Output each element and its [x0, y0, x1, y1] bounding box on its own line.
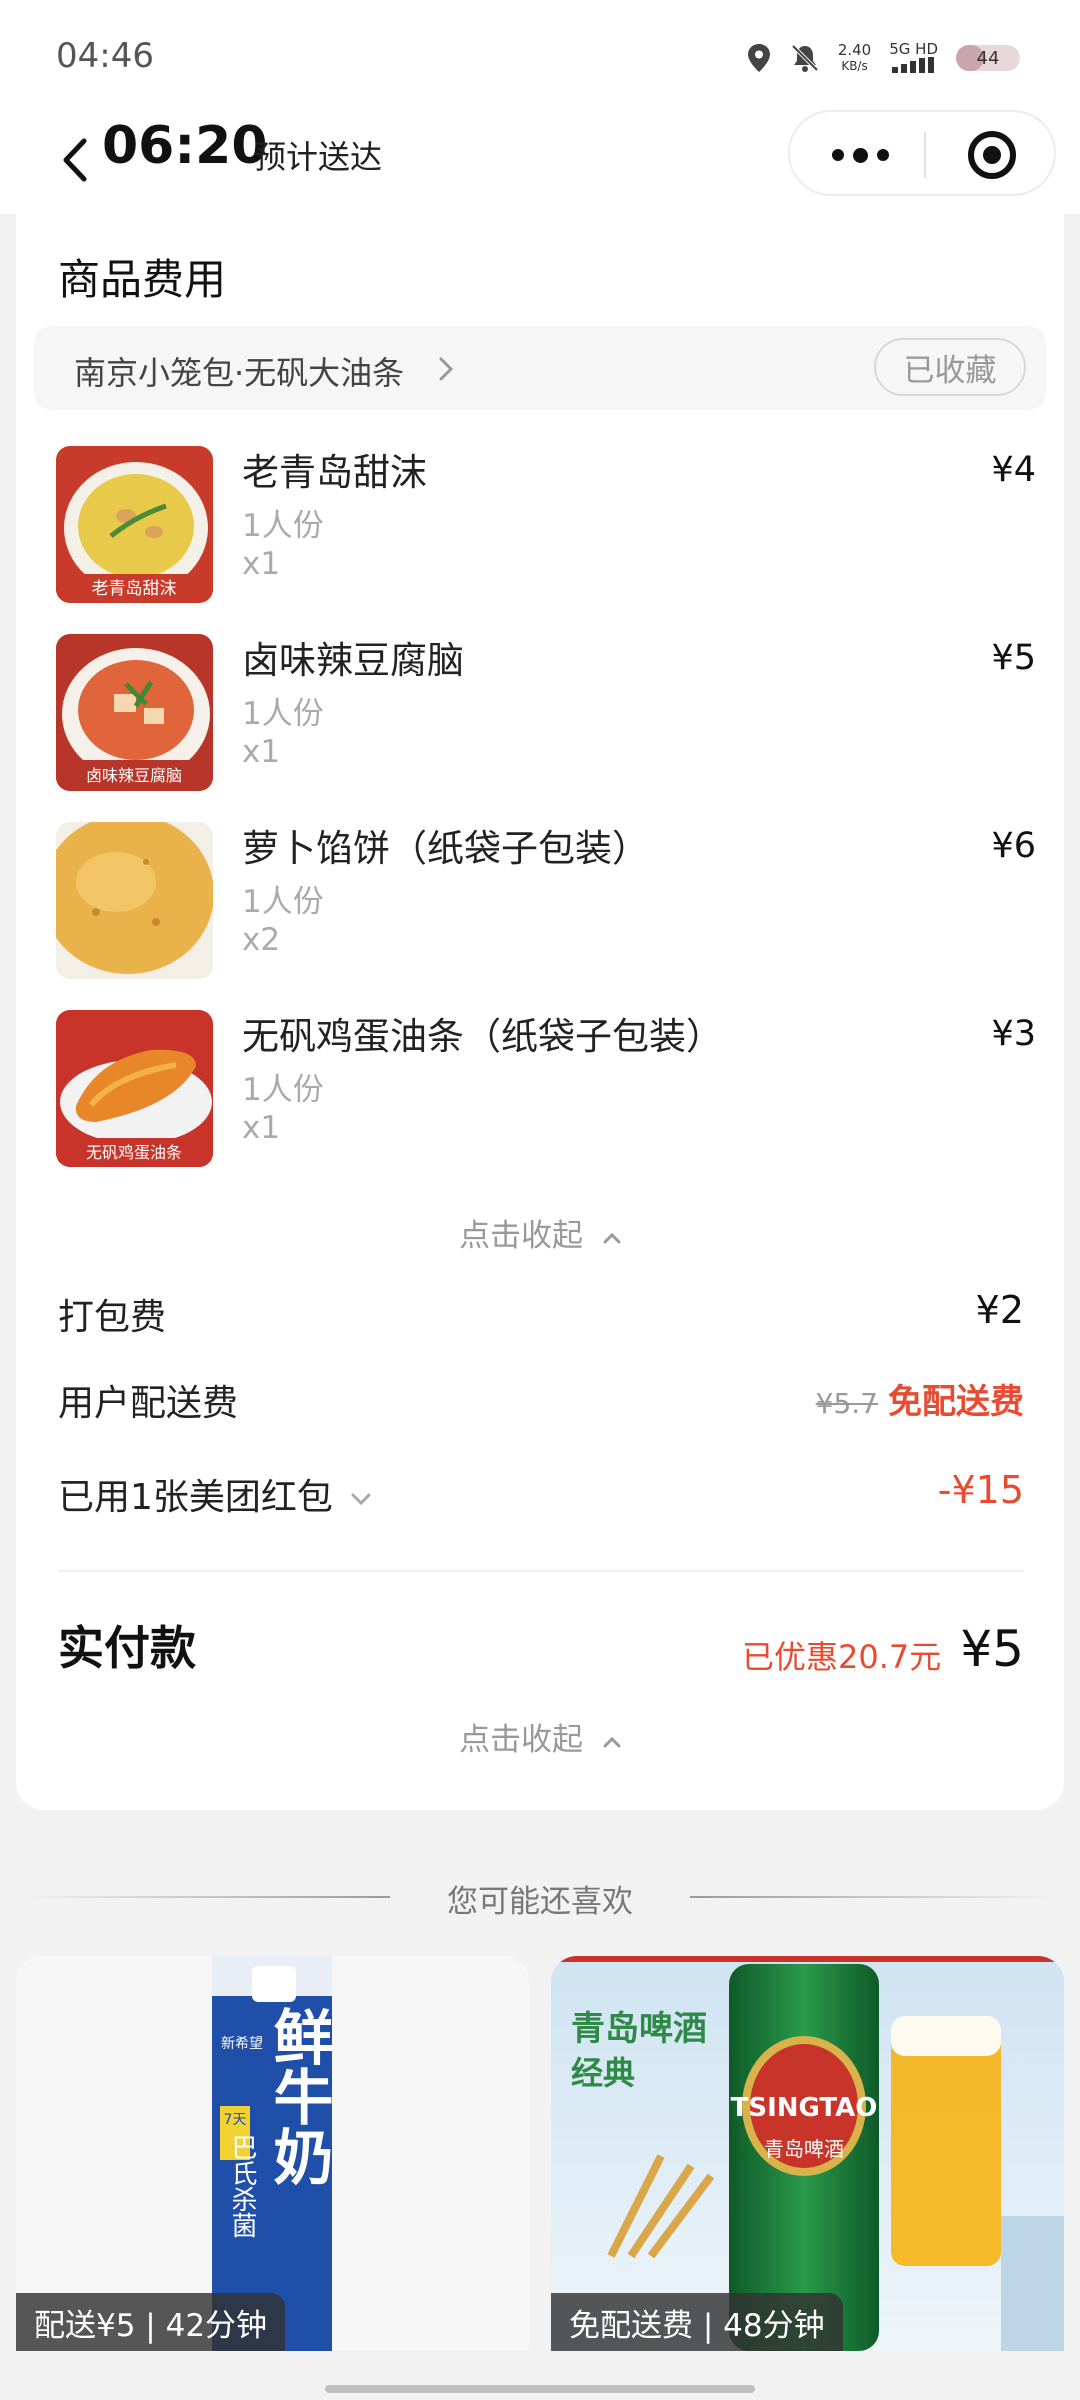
coupon-value: -¥15 — [937, 1468, 1024, 1512]
food-thumbnail: 老青岛甜沫 — [56, 446, 213, 603]
item-quantity: x1 — [242, 734, 281, 770]
food-thumbnail: 卤味辣豆腐脑 — [56, 634, 213, 791]
favorite-button[interactable]: 已收藏 — [874, 338, 1026, 396]
item-spec: 1人份 — [242, 696, 324, 732]
item-spec: 1人份 — [242, 508, 324, 544]
beer-can-text: TSINGTAO — [731, 2093, 878, 2123]
delivery-fee-original: ¥5.7 — [815, 1387, 878, 1420]
battery-indicator: 44 — [956, 45, 1020, 71]
chevron-left-icon — [63, 138, 87, 182]
item-name: 萝卜馅饼（纸袋子包装） — [242, 827, 649, 870]
shop-name[interactable]: 南京小笼包·无矾大油条 — [74, 348, 404, 394]
recommend-card-beer[interactable]: 青岛啤酒 经典 TSINGTAO 青岛啤酒 免配送费 | 48分钟 — [551, 1956, 1064, 2351]
mini-program-capsule — [788, 110, 1056, 196]
chevron-up-icon — [603, 1736, 621, 1747]
capsule-divider — [924, 132, 926, 178]
coupon-label-group[interactable]: 已用1张美团红包 — [58, 1468, 372, 1520]
section-title: 商品费用 — [58, 255, 227, 304]
item-price: ¥6 — [991, 826, 1036, 866]
back-button[interactable] — [50, 130, 100, 190]
order-item[interactable]: 萝卜馅饼（纸袋子包装） 1人份 x2 ¥6 — [56, 822, 1036, 982]
packing-fee-label: 打包费 — [58, 1297, 167, 1338]
item-name: 卤味辣豆腐脑 — [242, 639, 464, 682]
saved-amount: 已优惠20.7元 — [742, 1638, 942, 1676]
signal-icon — [891, 56, 934, 73]
close-target-button[interactable] — [966, 129, 1018, 181]
divider — [690, 1896, 1060, 1898]
beer-can-cn: 青岛啤酒 — [764, 2137, 844, 2161]
free-delivery-label: 免配送费 — [888, 1382, 1024, 1422]
delivery-fee-row: 用户配送费 ¥5.7 免配送费 — [58, 1374, 1024, 1434]
thumb-caption: 老青岛甜沫 — [92, 579, 177, 599]
network-label: 5G HD — [889, 39, 938, 58]
top-nav: 06:20 预计送达 — [0, 110, 1080, 214]
location-icon — [747, 44, 770, 72]
food-thumbnail: 无矾鸡蛋油条 — [56, 1010, 213, 1167]
item-price: ¥5 — [991, 638, 1036, 678]
delivery-fee-label: 用户配送费 — [58, 1383, 239, 1424]
packing-fee-row: 打包费 ¥2 — [58, 1288, 1024, 1348]
item-price: ¥4 — [991, 450, 1036, 490]
delivery-badge: 配送¥5 | 42分钟 — [16, 2293, 286, 2351]
milk-product-image: 新希望 7天 鲜牛奶 巴氏杀菌 — [16, 1956, 529, 2351]
thumb-caption: 卤味辣豆腐脑 — [86, 766, 182, 785]
more-button[interactable] — [810, 112, 910, 198]
recommend-title: 您可能还喜欢 — [447, 1884, 633, 1920]
collapse-summary-button[interactable]: 点击收起 — [16, 1714, 1064, 1759]
chevron-down-icon — [351, 1493, 371, 1506]
status-icons: 2.40 KB/s 5G HD 44 — [746, 36, 1020, 80]
shop-bar[interactable]: 南京小笼包·无矾大油条 已收藏 — [34, 326, 1046, 410]
collapse-items-button[interactable]: 点击收起 — [16, 1210, 1064, 1255]
eta-label: 预计送达 — [254, 138, 383, 176]
food-thumbnail — [56, 822, 213, 979]
dot-icon — [852, 147, 868, 163]
collapse-label: 点击收起 — [459, 1218, 584, 1254]
item-spec: 1人份 — [242, 1072, 324, 1108]
net-speed-value: 2.40 — [837, 41, 872, 59]
delivery-fee-value-group: ¥5.7 免配送费 — [816, 1374, 1024, 1423]
collapse-label: 点击收起 — [459, 1722, 584, 1758]
order-item[interactable]: 老青岛甜沫 老青岛甜沫 1人份 x1 ¥4 — [56, 446, 1036, 606]
milk-brand: 新希望 — [221, 2036, 263, 2052]
item-quantity: x1 — [242, 546, 281, 582]
coupon-label: 已用1张美团红包 — [58, 1477, 333, 1518]
beer-product-image: 青岛啤酒 经典 TSINGTAO 青岛啤酒 — [551, 1956, 1064, 2351]
status-bar: 04:46 2.40 KB/s 5G HD 44 — [0, 0, 1080, 110]
item-quantity: x1 — [242, 1110, 281, 1146]
item-quantity: x2 — [242, 922, 281, 958]
total-amount: ¥5 — [960, 1620, 1024, 1678]
order-item[interactable]: 无矾鸡蛋油条 无矾鸡蛋油条（纸袋子包装） 1人份 x1 ¥3 — [56, 1010, 1036, 1170]
item-name: 老青岛甜沫 — [242, 451, 427, 494]
chevron-up-icon — [603, 1232, 621, 1243]
item-name: 无矾鸡蛋油条（纸袋子包装） — [242, 1015, 723, 1058]
thumb-caption: 无矾鸡蛋油条 — [86, 1143, 182, 1162]
net-speed-unit: KB/s — [841, 59, 868, 73]
beer-headline: 青岛啤酒 — [571, 2009, 707, 2049]
mute-bell-icon — [791, 44, 819, 72]
dot-icon — [831, 149, 844, 161]
status-time: 04:46 — [56, 36, 154, 76]
chevron-right-icon — [439, 357, 454, 381]
network-type: 5G HD — [889, 41, 938, 76]
order-item[interactable]: 卤味辣豆腐脑 卤味辣豆腐脑 1人份 x1 ¥5 — [56, 634, 1036, 794]
item-price: ¥3 — [991, 1014, 1036, 1054]
milk-side-text: 巴氏杀菌 — [227, 2134, 257, 2238]
milk-days: 7天 — [224, 2112, 247, 2128]
beer-subline: 经典 — [571, 2054, 635, 2092]
item-spec: 1人份 — [242, 884, 324, 920]
order-fee-card: 商品费用 南京小笼包·无矾大油条 已收藏 老青岛甜沫 老青岛甜沫 1人份 x1 … — [16, 210, 1064, 1810]
recommend-header: 您可能还喜欢 — [0, 1872, 1080, 1922]
packing-fee-value: ¥2 — [975, 1288, 1024, 1332]
battery-level: 44 — [976, 47, 1000, 69]
delivery-badge: 免配送费 | 48分钟 — [551, 2293, 843, 2351]
dot-icon — [876, 149, 889, 161]
coupon-row[interactable]: 已用1张美团红包 -¥15 — [58, 1468, 1024, 1528]
network-speed: 2.40 KB/s — [838, 42, 871, 74]
recommend-card-milk[interactable]: 新希望 7天 鲜牛奶 巴氏杀菌 配送¥5 | 42分钟 — [16, 1956, 529, 2351]
divider — [58, 1570, 1024, 1572]
total-label: 实付款 — [58, 1621, 196, 1675]
milk-product-text: 鲜牛奶 — [263, 2006, 333, 2186]
eta-time: 06:20 — [102, 116, 268, 176]
home-indicator[interactable] — [325, 2385, 755, 2393]
